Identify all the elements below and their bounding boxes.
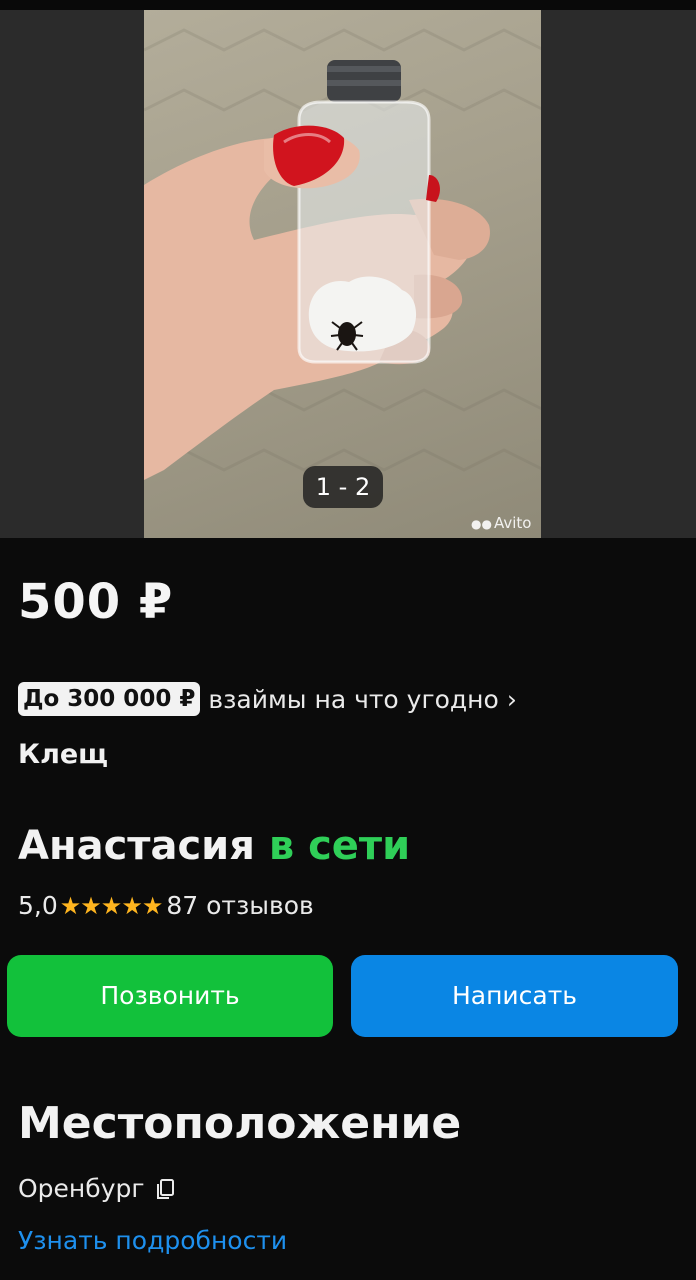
more-details-link[interactable]: Узнать подробности <box>18 1222 287 1260</box>
listing-price: 500 ₽ <box>18 574 174 630</box>
call-button[interactable]: Позвонить <box>7 955 333 1037</box>
listing-photo[interactable] <box>144 10 541 538</box>
seller-info[interactable]: Анастасия в сети <box>18 820 410 872</box>
loan-promo[interactable]: До 300 000 ₽ взаймы на что угодно › <box>18 680 517 718</box>
listing-title: Клещ <box>18 739 109 770</box>
seller-name[interactable]: Анастасия <box>18 823 255 869</box>
photo-illustration <box>144 28 541 480</box>
loan-badge: До 300 000 ₽ <box>18 682 201 716</box>
loan-text: взаймы на что угодно <box>208 684 499 714</box>
city-name: Оренбург <box>18 1174 145 1203</box>
star-icon: ★★★★★ <box>59 892 164 920</box>
photo-counter: 1 - 2 <box>303 466 383 508</box>
location-city: Оренбург <box>18 1170 175 1208</box>
watermark-text: Avito <box>493 514 532 532</box>
photo-gallery[interactable]: 1 - 2 ●● Avito <box>0 10 696 538</box>
write-button[interactable]: Написать <box>351 955 678 1037</box>
online-status: в сети <box>268 823 411 869</box>
avito-watermark: ●● Avito <box>471 513 531 533</box>
location-heading: Местоположение <box>18 1098 462 1149</box>
seller-rating[interactable]: 5,0 ★★★★★ 87 отзывов <box>18 887 314 925</box>
avito-logo-icon: ●● <box>471 517 492 531</box>
rating-value: 5,0 <box>18 891 58 920</box>
chevron-right-icon: › <box>506 684 517 714</box>
reviews-count[interactable]: 87 отзывов <box>166 887 313 925</box>
copy-icon[interactable] <box>155 1178 175 1200</box>
status-strip <box>0 0 696 10</box>
